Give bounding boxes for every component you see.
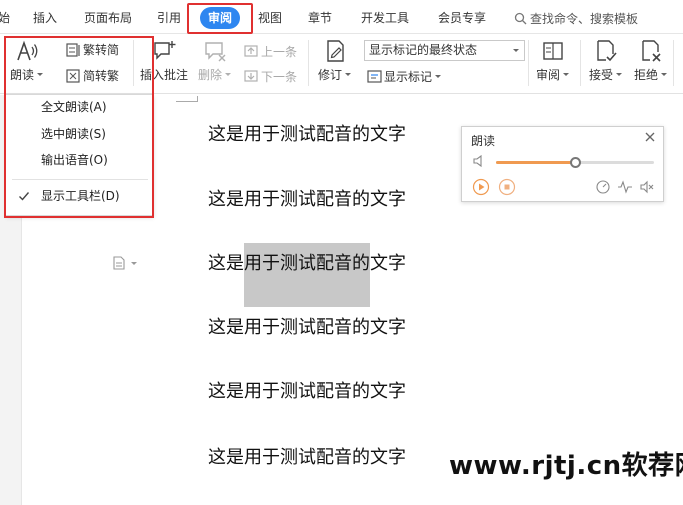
chevron-down-icon: [616, 73, 623, 76]
chevron-down-icon: [345, 73, 352, 76]
show-toolbar-label: 显示工具栏(D): [41, 189, 120, 203]
paragraph-handle-icon[interactable]: [112, 256, 138, 270]
insert-comment-label: 插入批注: [140, 68, 189, 82]
selected-text[interactable]: 用于测试配音的: [244, 243, 370, 307]
delete-label: 删除: [198, 68, 223, 82]
chevron-down-icon: [37, 73, 44, 76]
track-changes-label: 修订: [318, 68, 343, 82]
read-aloud-icon: [16, 40, 37, 61]
command-search[interactable]: 查找命令、搜索模板: [514, 10, 638, 27]
trad-simp-icon: [66, 42, 80, 57]
menu-view[interactable]: 视图: [258, 10, 282, 26]
menu-developer[interactable]: 开发工具: [361, 10, 409, 26]
menu-item-show-toolbar[interactable]: 显示工具栏(D): [6, 184, 152, 208]
read-aloud-toolbar: 朗读: [461, 126, 664, 202]
menu-review[interactable]: 审阅: [200, 7, 241, 29]
menu-member[interactable]: 会员专享: [438, 10, 486, 26]
volume-slider[interactable]: [496, 157, 654, 168]
doc-line[interactable]: 这是用于测试配音的文字: [208, 188, 406, 212]
volume-slider-handle[interactable]: [570, 157, 581, 168]
menu-bar: 始 插入 页面布局 引用 审阅 视图 章节 开发工具 会员专享 查找命令、搜索模…: [0, 0, 683, 34]
reject-button[interactable]: 拒绝: [634, 38, 668, 83]
prev-comment-icon: [244, 45, 258, 57]
site-watermark: www.rjtj.cn软荐网: [449, 451, 683, 481]
volume-setting-icon[interactable]: [639, 179, 655, 195]
chevron-down-icon: [661, 73, 668, 76]
stop-icon[interactable]: [498, 178, 516, 196]
volume-icon: [473, 154, 482, 168]
trad-to-simp-button[interactable]: 繁转简: [65, 41, 119, 58]
insert-comment-button[interactable]: 插入批注: [140, 38, 188, 83]
chevron-down-icon: [435, 75, 442, 78]
review-label: 审阅: [536, 68, 561, 82]
read-aloud-menu: 全文朗读(A) 选中朗读(S) 输出语音(O) 显示工具栏(D): [5, 94, 153, 216]
speed-icon[interactable]: [595, 179, 611, 195]
chevron-down-icon: [563, 73, 570, 76]
check-icon: [19, 192, 30, 201]
menu-item-export-audio[interactable]: 输出语音(O): [6, 148, 152, 172]
delete-comment-button[interactable]: 删除: [198, 38, 232, 83]
doc-line[interactable]: 这是用于测试配音的文字: [208, 123, 406, 147]
next-comment-button[interactable]: 下一条: [243, 68, 297, 85]
accept-icon: [596, 40, 617, 62]
comment-add-icon: [154, 41, 176, 60]
menu-item-read-selection[interactable]: 选中朗读(S): [6, 122, 152, 146]
menu-item-read-all[interactable]: 全文朗读(A): [6, 95, 152, 119]
review-pane-button[interactable]: 审阅: [536, 38, 570, 83]
close-icon[interactable]: [644, 131, 656, 143]
page-corner-mark: [176, 96, 198, 102]
menu-divider: [12, 179, 148, 180]
markup-state-select[interactable]: 显示标记的最终状态: [364, 40, 525, 61]
show-markup-button[interactable]: 显示标记: [366, 68, 442, 85]
panel-title: 朗读: [471, 134, 496, 148]
doc-line[interactable]: 这是用于测试配音的文字: [208, 380, 406, 404]
doc-line[interactable]: 这是用于测试配音的文字: [208, 316, 406, 340]
search-placeholder: 查找命令、搜索模板: [530, 12, 639, 26]
next-label: 下一条: [261, 70, 298, 84]
chevron-down-icon: [225, 73, 232, 76]
doc-text: 文字: [370, 253, 406, 274]
reject-label: 拒绝: [634, 68, 659, 82]
menu-page-layout[interactable]: 页面布局: [84, 10, 132, 26]
simp-trad-icon: [66, 68, 80, 83]
comment-delete-icon: [204, 42, 225, 62]
voice-wave-icon[interactable]: [617, 179, 633, 195]
read-aloud-button[interactable]: 朗读: [10, 38, 44, 83]
menu-start[interactable]: 始: [0, 10, 10, 26]
review-pane-icon: [542, 42, 563, 60]
doc-text: 这是: [208, 253, 244, 274]
menu-chapter[interactable]: 章节: [308, 10, 332, 26]
menu-references[interactable]: 引用: [157, 10, 181, 26]
doc-line[interactable]: 这是用于测试配音的文字: [208, 446, 406, 470]
simp-to-trad-button[interactable]: 简转繁: [65, 67, 119, 84]
doc-line-selected[interactable]: 这是用于测试配音的文字: [208, 243, 406, 307]
prev-label: 上一条: [261, 45, 298, 59]
chevron-down-icon: [513, 49, 519, 52]
track-changes-button[interactable]: 修订: [318, 38, 352, 83]
trad-to-simp-label: 繁转简: [83, 43, 120, 57]
volume-slider-fill: [496, 161, 575, 164]
play-icon[interactable]: [472, 178, 490, 196]
menu-insert[interactable]: 插入: [33, 10, 57, 26]
show-markup-label: 显示标记: [384, 70, 433, 84]
track-changes-icon: [326, 40, 344, 62]
reject-icon: [641, 40, 661, 62]
simp-to-trad-label: 简转繁: [83, 69, 120, 83]
read-aloud-label: 朗读: [10, 68, 35, 82]
prev-comment-button[interactable]: 上一条: [243, 43, 297, 60]
ribbon-toolbar: 朗读 繁转简 简转繁 插入批注 删除 上一条 下一条 修订 显示标记的最终状态 …: [0, 34, 683, 94]
show-markup-icon: [367, 70, 382, 83]
search-icon: [514, 12, 527, 25]
accept-label: 接受: [589, 68, 614, 82]
accept-button[interactable]: 接受: [589, 38, 623, 83]
next-comment-icon: [244, 70, 258, 82]
markup-state-value: 显示标记的最终状态: [369, 43, 478, 57]
